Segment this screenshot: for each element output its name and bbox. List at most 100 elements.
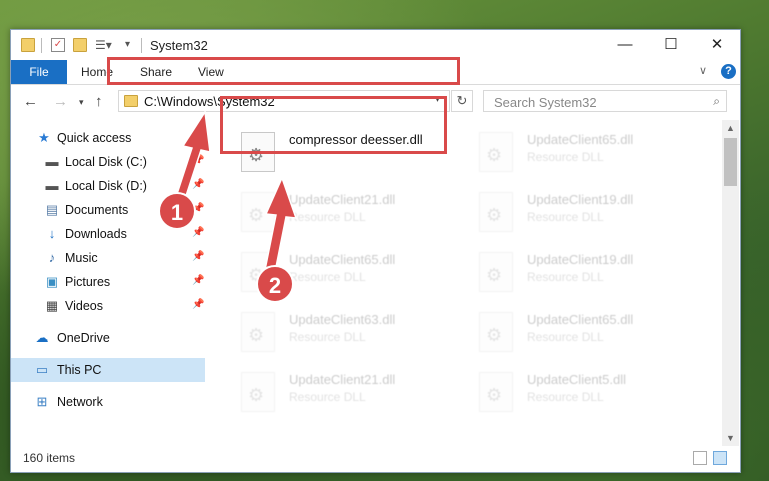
- divider: [41, 38, 42, 53]
- sidebar-item-pictures[interactable]: ▣ Pictures 📌: [11, 270, 205, 294]
- dll-file-icon: ⚙: [479, 312, 513, 352]
- dll-file-icon: ⚙: [479, 372, 513, 412]
- close-button[interactable]: ✕: [694, 30, 740, 60]
- details-view-icon[interactable]: [693, 451, 707, 465]
- file-name: UpdateClient21.dll: [289, 192, 396, 207]
- dll-file-icon: ⚙: [241, 312, 275, 352]
- pin-icon[interactable]: 📌: [192, 227, 204, 238]
- up-button[interactable]: ↑: [95, 93, 103, 110]
- properties-icon[interactable]: ✓: [51, 38, 65, 52]
- file-highlight-box: [220, 96, 447, 154]
- sidebar-item-videos[interactable]: ▦ Videos 📌: [11, 294, 205, 318]
- gear-icon: ⚙: [248, 385, 265, 405]
- file-name: UpdateClient65.dll: [527, 132, 634, 147]
- sidebar-item-label: Pictures: [65, 275, 111, 289]
- customize-toolbar-icon[interactable]: ☰▾: [95, 38, 112, 52]
- help-icon[interactable]: ?: [721, 64, 736, 79]
- sidebar-item-label: Downloads: [65, 227, 127, 241]
- dll-file-icon: ⚙: [241, 192, 275, 232]
- file-name: UpdateClient65.dll: [527, 312, 634, 327]
- sidebar-item-label: Local Disk (D:): [65, 179, 147, 193]
- status-bar: 160 items: [11, 446, 740, 471]
- step-2-badge: 2: [256, 265, 294, 303]
- file-item[interactable]: ⚙ UpdateClient65.dll Resource DLL: [471, 306, 701, 362]
- folder-icon: [21, 38, 35, 52]
- large-icons-view-icon[interactable]: [713, 451, 727, 465]
- navigation-pane: ★ Quick access ▬ Local Disk (C:) 📌 ▬ Loc…: [11, 120, 205, 446]
- gear-icon: ⚙: [486, 325, 503, 345]
- gear-icon: ⚙: [486, 205, 503, 225]
- onedrive-icon: ☁: [35, 330, 49, 345]
- window-title: System32: [150, 38, 208, 53]
- file-item[interactable]: ⚙ UpdateClient21.dll Resource DLL: [233, 186, 463, 242]
- file-description: Resource DLL: [527, 270, 604, 284]
- expand-ribbon-icon[interactable]: ∨: [699, 64, 707, 77]
- sidebar-item-onedrive[interactable]: ☁ OneDrive: [11, 326, 205, 350]
- file-name: UpdateClient63.dll: [289, 312, 396, 327]
- documents-icon: ▤: [45, 202, 59, 217]
- back-button[interactable]: ←: [23, 93, 38, 110]
- sidebar-item-label: This PC: [57, 363, 102, 377]
- tab-file[interactable]: File: [11, 60, 67, 84]
- pin-icon[interactable]: 📌: [192, 155, 204, 166]
- scrollbar-thumb[interactable]: [724, 138, 737, 186]
- pin-icon[interactable]: 📌: [192, 299, 204, 310]
- search-input[interactable]: [492, 94, 706, 111]
- file-item[interactable]: ⚙ UpdateClient65.dll Resource DLL: [471, 126, 701, 182]
- minimize-button[interactable]: —: [602, 30, 648, 60]
- scroll-up-icon[interactable]: ▲: [726, 123, 735, 133]
- item-count: 160 items: [23, 451, 76, 465]
- gear-icon: ⚙: [486, 265, 503, 285]
- file-name: UpdateClient19.dll: [527, 252, 634, 267]
- pictures-icon: ▣: [45, 274, 59, 289]
- sidebar-item-this-pc[interactable]: ▭ This PC: [11, 358, 205, 382]
- drive-icon: ▬: [45, 154, 59, 169]
- gear-icon: ⚙: [248, 205, 265, 225]
- vertical-scrollbar[interactable]: ▲ ▼: [722, 120, 739, 446]
- file-description: Resource DLL: [527, 150, 604, 164]
- address-highlight-box: [107, 57, 460, 85]
- new-folder-icon[interactable]: [73, 38, 87, 52]
- file-item[interactable]: ⚙ UpdateClient21.dll Resource DLL: [233, 366, 463, 422]
- title-bar: ✓ ☰▾ ▾ System32 — ☐ ✕: [11, 30, 740, 60]
- file-item[interactable]: ⚙ UpdateClient19.dll Resource DLL: [471, 186, 701, 242]
- sidebar-item-quick-access[interactable]: ★ Quick access: [11, 126, 205, 150]
- file-name: UpdateClient19.dll: [527, 192, 634, 207]
- refresh-button[interactable]: ↻: [451, 90, 473, 112]
- sidebar-item-label: Network: [57, 395, 103, 409]
- scroll-down-icon[interactable]: ▼: [726, 433, 735, 443]
- sidebar-item-local-disk-c[interactable]: ▬ Local Disk (C:) 📌: [11, 150, 205, 174]
- sidebar-item-label: Music: [65, 251, 98, 265]
- dll-file-icon: ⚙: [479, 252, 513, 292]
- recent-locations-icon[interactable]: ▾: [79, 97, 84, 108]
- this-pc-icon: ▭: [35, 362, 49, 377]
- pin-icon[interactable]: 📌: [192, 251, 204, 262]
- sidebar-item-label: OneDrive: [57, 331, 110, 345]
- file-description: Resource DLL: [289, 210, 366, 224]
- dll-file-icon: ⚙: [479, 192, 513, 232]
- drive-icon: ▬: [45, 178, 59, 193]
- file-item[interactable]: ⚙ UpdateClient5.dll Resource DLL: [471, 366, 701, 422]
- file-item[interactable]: ⚙ UpdateClient63.dll Resource DLL: [233, 306, 463, 362]
- star-icon: ★: [38, 130, 50, 145]
- sidebar-item-label: Quick access: [57, 131, 132, 145]
- sidebar-item-network[interactable]: ⊞ Network: [11, 390, 205, 414]
- sidebar-item-label: Documents: [65, 203, 129, 217]
- sidebar-item-label: Local Disk (C:): [65, 155, 147, 169]
- chevron-down-icon[interactable]: ▾: [125, 38, 139, 52]
- pin-icon[interactable]: 📌: [192, 275, 204, 286]
- sidebar-item-music[interactable]: ♪ Music 📌: [11, 246, 205, 270]
- forward-button[interactable]: →: [53, 93, 68, 110]
- file-item[interactable]: ⚙ UpdateClient19.dll Resource DLL: [471, 246, 701, 302]
- pin-icon[interactable]: 📌: [192, 179, 204, 190]
- network-icon: ⊞: [36, 394, 48, 409]
- file-name: UpdateClient5.dll: [527, 372, 627, 387]
- gear-icon: ⚙: [486, 145, 503, 165]
- gear-icon: ⚙: [486, 385, 503, 405]
- search-box[interactable]: ⌕: [483, 90, 727, 112]
- file-name: UpdateClient65.dll: [289, 252, 396, 267]
- file-description: Resource DLL: [527, 330, 604, 344]
- folder-icon: [124, 95, 138, 107]
- maximize-button[interactable]: ☐: [648, 30, 694, 60]
- search-icon[interactable]: ⌕: [713, 94, 720, 109]
